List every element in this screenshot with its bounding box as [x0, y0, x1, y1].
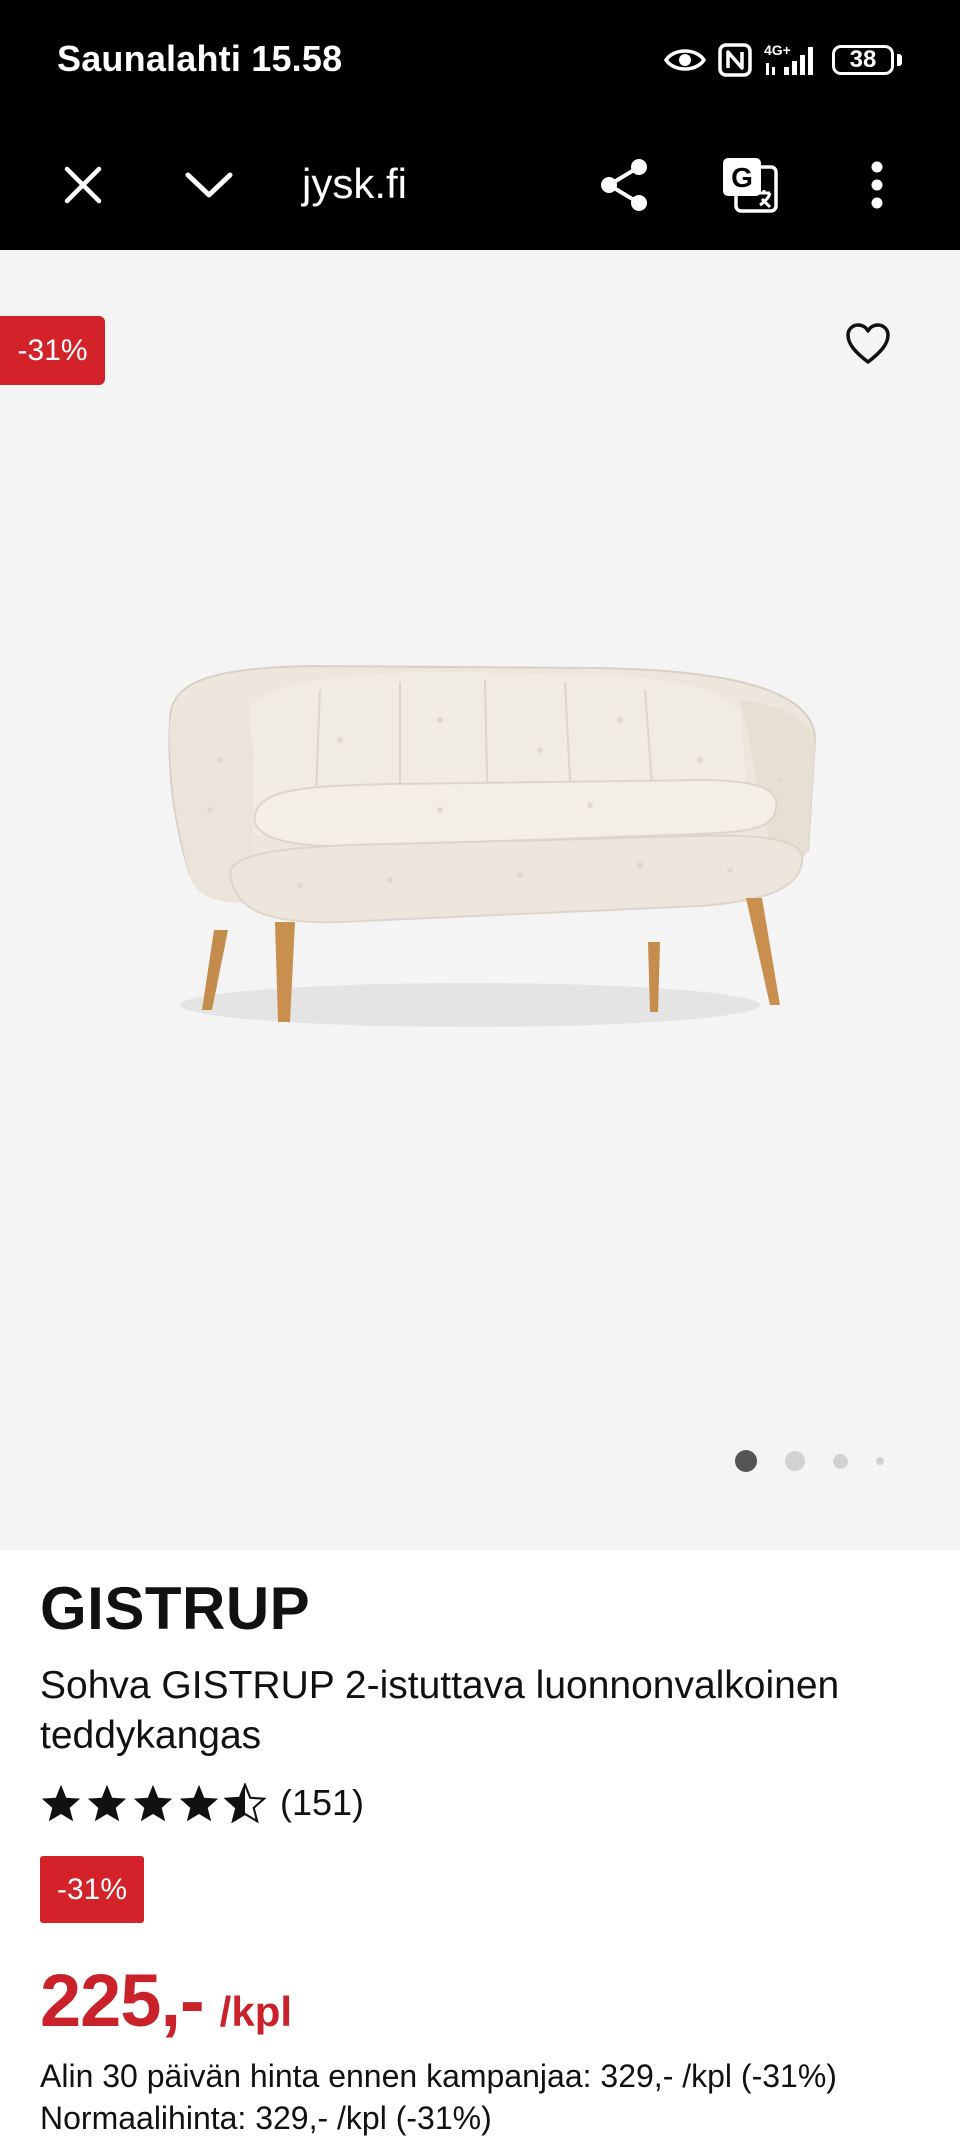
star-full-icon — [87, 1784, 127, 1822]
normal-price-note: Normaalihinta: 329,- /kpl (-31%) — [40, 2100, 492, 2136]
share-button[interactable] — [590, 150, 660, 220]
network-label: 4G+ — [764, 42, 791, 58]
star-full-icon — [133, 1784, 173, 1822]
browser-toolbar: jysk.fi G — [0, 120, 960, 250]
nfc-icon — [718, 43, 752, 77]
status-icons: 4G+ 38 — [664, 40, 902, 80]
translate-button[interactable]: G — [715, 150, 785, 220]
product-price: 225,- — [40, 1959, 205, 2042]
review-count[interactable]: (151) — [280, 1782, 364, 1824]
carrier-time: Saunalahti 15.58 — [57, 38, 343, 79]
pagination-dot[interactable] — [833, 1453, 848, 1469]
more-vertical-icon — [871, 161, 883, 209]
star-full-icon — [41, 1784, 81, 1822]
favorite-button[interactable] — [838, 314, 898, 374]
product-name: Sohva GISTRUP 2-istuttava luonnonvalkoin… — [40, 1664, 840, 1757]
eye-icon — [664, 45, 706, 75]
price-unit: /kpl — [219, 1988, 293, 2035]
pagination-dot[interactable] — [785, 1451, 805, 1471]
battery-tip — [897, 54, 902, 66]
share-icon — [601, 159, 647, 211]
gallery-pagination[interactable] — [735, 1450, 912, 1472]
star-full-icon — [179, 1784, 219, 1822]
close-icon — [64, 166, 102, 204]
discount-badge: -31% — [0, 316, 105, 385]
more-options-button[interactable] — [842, 150, 912, 220]
rating-stars — [40, 1783, 266, 1823]
url-text[interactable]: jysk.fi — [302, 160, 407, 208]
product-image-gallery[interactable]: -31% — [0, 250, 960, 1550]
heart-icon — [846, 323, 890, 364]
pagination-dot-active[interactable] — [735, 1450, 757, 1472]
product-rating[interactable]: (151) — [40, 1782, 364, 1824]
lowest-price-note: Alin 30 päivän hinta ennen kampanjaa: 32… — [40, 2058, 837, 2094]
product-image[interactable] — [140, 660, 820, 1090]
svg-text:G: G — [731, 162, 753, 193]
battery-indicator: 38 — [832, 45, 894, 75]
translate-icon: G — [723, 158, 778, 213]
product-brand: GISTRUP — [40, 1575, 311, 1642]
pagination-dot[interactable] — [876, 1457, 884, 1465]
discount-badge: -31% — [40, 1856, 144, 1923]
chevron-down-icon — [185, 172, 233, 198]
minimize-button[interactable] — [174, 150, 244, 220]
close-tab-button[interactable] — [48, 150, 118, 220]
star-half-icon — [224, 1783, 266, 1823]
status-bar: Saunalahti 15.58 4G+ 38 — [0, 0, 960, 120]
price-row: 225,- /kpl — [40, 1958, 292, 2043]
signal-icon: 4G+ — [764, 43, 820, 77]
